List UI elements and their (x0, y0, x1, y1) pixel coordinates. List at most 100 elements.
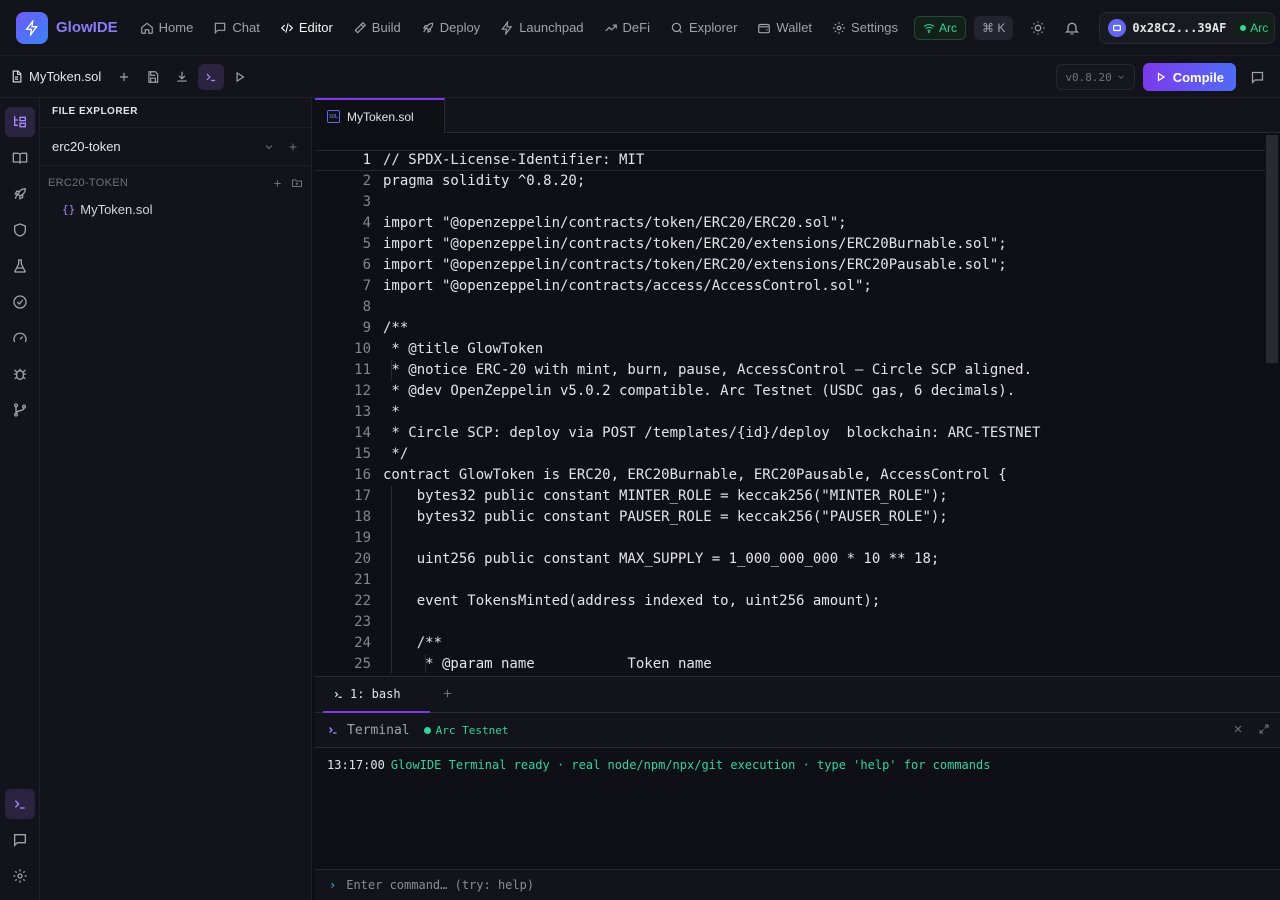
hammer-icon (354, 21, 366, 33)
git-branch-icon (14, 403, 26, 417)
line-number: 8 (362, 299, 371, 315)
nav-item-explorer[interactable]: Explorer (660, 12, 747, 44)
save-button[interactable] (140, 64, 166, 90)
check-circle-icon (13, 295, 27, 309)
add-terminal-button[interactable] (441, 687, 454, 700)
app-name: GlowIDE (56, 19, 118, 36)
chat-icon (14, 834, 26, 847)
rail-chat[interactable] (5, 825, 35, 855)
rail-gas[interactable] (5, 323, 35, 353)
code-line: * (383, 404, 400, 420)
code-editor[interactable]: 1 2 3 4 5 6 7 8 9 10 11 12 13 14 15 16 17 18 19 20 21 22 23 24 2… (315, 133, 1280, 673)
terminal-input-bar: › (315, 869, 1280, 900)
notifications-button[interactable] (1055, 12, 1089, 44)
editor-tab-label: MyToken.sol (347, 109, 414, 124)
line-number: 14 (354, 425, 371, 441)
solidity-file-icon: SOL (327, 110, 340, 123)
code-line: pragma solidity ^0.8.20; (383, 173, 586, 189)
new-folder-icon[interactable] (291, 177, 303, 189)
log-timestamp: 13:17:00 (327, 758, 385, 772)
terminal-output: 13:17:00 GlowIDE Terminal ready · real no… (315, 748, 1280, 869)
editor-tab-bar: SOL MyToken.sol (315, 98, 1280, 133)
workspace-select[interactable]: erc20-token (40, 128, 311, 166)
nav-item-defi[interactable]: DeFi (594, 12, 660, 44)
nav-item-label: Launchpad (519, 20, 584, 35)
compiler-version-select[interactable]: v0.8.20 (1056, 64, 1135, 90)
line-number: 24 (354, 635, 371, 651)
nav-item-home[interactable]: Home (130, 12, 204, 44)
new-file-icon[interactable] (272, 178, 283, 189)
chevron-down-icon (1117, 75, 1124, 79)
rail-docs[interactable] (5, 143, 35, 173)
rail-file-explorer[interactable] (5, 107, 35, 137)
line-number: 5 (362, 236, 371, 252)
maximize-terminal-button[interactable] (1258, 723, 1270, 735)
line-number: 1 (362, 152, 371, 168)
terminal-tab[interactable]: 1: bash (323, 677, 430, 713)
play-icon (236, 71, 245, 82)
line-number: 19 (354, 530, 371, 546)
nav-item-wallet[interactable]: Wallet (747, 12, 822, 44)
rail-deploy[interactable] (5, 179, 35, 209)
book-icon (12, 152, 28, 164)
terminal-command-input[interactable] (346, 878, 1227, 892)
nav-item-label: Wallet (776, 20, 813, 35)
rail-testing[interactable] (5, 251, 35, 281)
editor-toolbar: MyToken.sol v0.8.20 Compile (0, 56, 1280, 98)
rail-verify[interactable] (5, 287, 35, 317)
line-number: 3 (362, 194, 371, 210)
chat-panel-button[interactable] (1244, 64, 1270, 90)
line-number: 4 (362, 215, 371, 231)
nav-item-editor[interactable]: Editor (270, 12, 343, 44)
rail-security[interactable] (5, 215, 35, 245)
active-file[interactable]: MyToken.sol (10, 69, 101, 84)
nav-item-label: Chat (232, 20, 260, 35)
prompt-chevron-icon: › (329, 878, 337, 892)
code-line: */ (383, 446, 409, 462)
terminal-toggle-button[interactable] (198, 63, 225, 90)
project-header[interactable]: ERC20-TOKEN (40, 168, 311, 198)
rail-git[interactable] (5, 395, 35, 425)
gear-icon (833, 21, 845, 34)
code-line: /** (383, 635, 443, 651)
compiler-version-label: v0.8.20 (1065, 70, 1112, 84)
wallet-button[interactable]: 0x28C2...39AF Arc (1099, 11, 1276, 44)
command-palette-shortcut[interactable]: ⌘ K (974, 15, 1014, 40)
run-button[interactable] (227, 64, 253, 90)
wallet-network-badge: Arc (1234, 16, 1275, 39)
nav-item-deploy[interactable]: Deploy (411, 12, 490, 44)
compile-button[interactable]: Compile (1142, 63, 1236, 91)
line-number: 20 (354, 551, 371, 567)
line-number-gutter: 1 2 3 4 5 6 7 8 9 10 11 12 13 14 15 16 17 18 19 20 21 22 23 24 2… (315, 150, 375, 673)
workspace-name: erc20-token (52, 139, 121, 154)
nav-item-chat[interactable]: Chat (203, 12, 269, 44)
network-badge[interactable]: Arc (914, 15, 967, 40)
chevron-down-icon[interactable] (263, 141, 275, 153)
rail-debugger[interactable] (5, 359, 35, 389)
close-terminal-button[interactable] (1232, 723, 1244, 735)
download-button[interactable] (169, 64, 195, 90)
app-logo[interactable]: GlowIDE (16, 11, 118, 44)
terminal-icon (334, 691, 342, 698)
rail-terminal[interactable] (5, 789, 35, 819)
editor-scrollbar[interactable] (1266, 135, 1278, 363)
toolbar-right-group: v0.8.20 Compile (1056, 63, 1270, 91)
terminal-icon (14, 800, 25, 809)
editor-tab[interactable]: SOL MyToken.sol (315, 98, 445, 133)
new-file-button[interactable] (111, 64, 137, 90)
chat-icon (1251, 71, 1263, 84)
solidity-file-icon: {} (62, 202, 76, 216)
search-icon (671, 22, 683, 33)
nav-item-build[interactable]: Build (343, 12, 411, 44)
download-icon (177, 71, 187, 82)
file-tree-item[interactable]: {} MyToken.sol (40, 198, 311, 220)
nav-item-launchpad[interactable]: Launchpad (490, 12, 593, 44)
rail-settings[interactable] (5, 861, 35, 891)
theme-toggle-button[interactable] (1021, 12, 1055, 44)
add-workspace-icon[interactable] (287, 141, 299, 153)
terminal-tab-bar: 1: bash (315, 676, 1280, 713)
nav-item-settings[interactable]: Settings (822, 12, 908, 44)
terminal-network-badge: Arc Testnet (423, 724, 508, 737)
nav-item-label: DeFi (622, 20, 650, 35)
